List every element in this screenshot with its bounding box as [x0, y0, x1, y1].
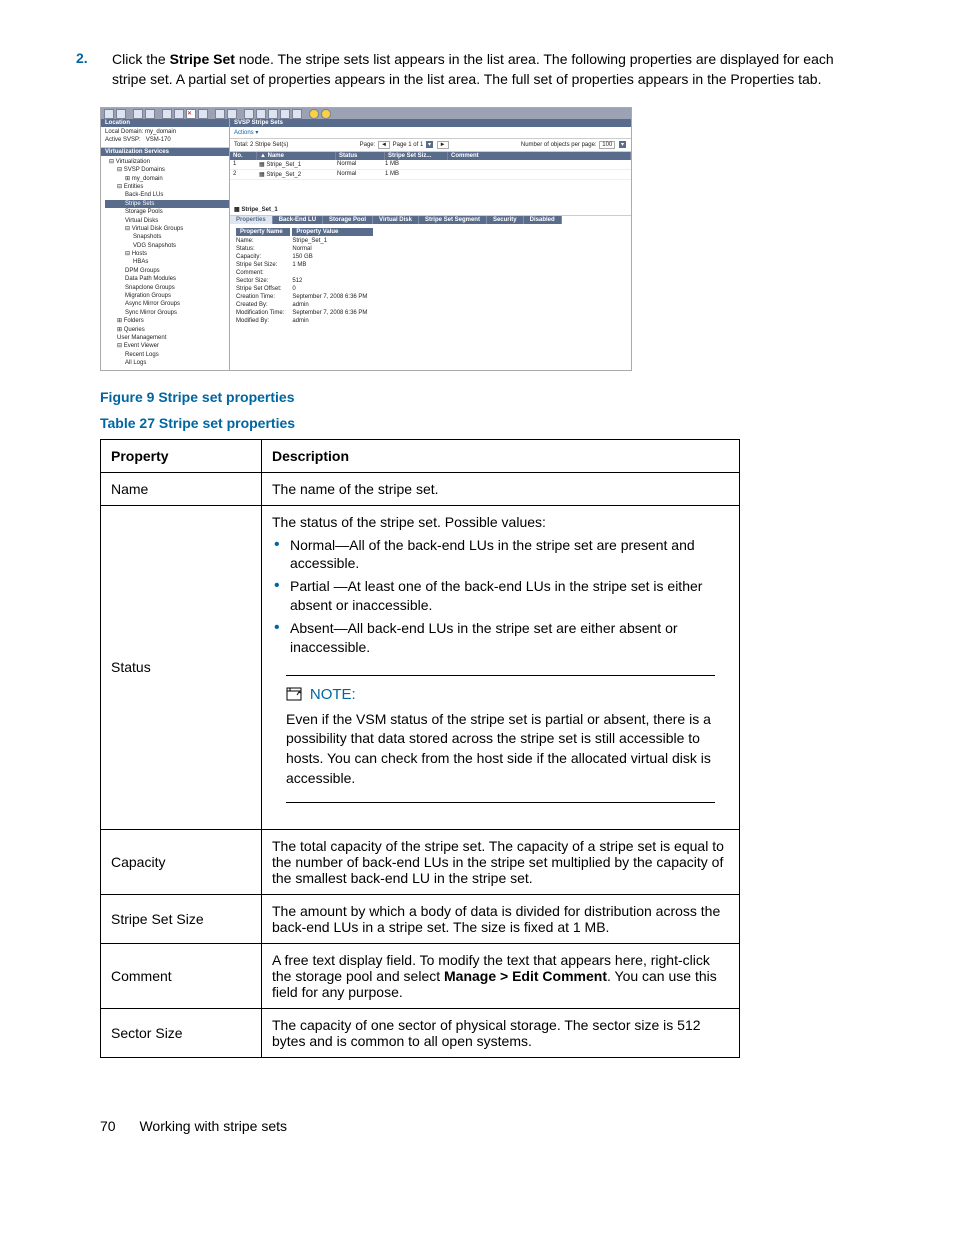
- detail-tabs[interactable]: PropertiesBack-End LUStorage PoolVirtual…: [230, 216, 631, 224]
- location-header: Location: [101, 119, 229, 127]
- tree-node[interactable]: Storage Pools: [105, 208, 229, 216]
- tree-node[interactable]: ⊞ Queries: [105, 326, 229, 334]
- tree-node[interactable]: ⊞ my_domain: [105, 175, 229, 183]
- tree-node[interactable]: Snapshots: [105, 233, 229, 241]
- grid-body[interactable]: 1▦ Stripe_Set_1Normal1 MB2▦ Stripe_Set_2…: [230, 160, 631, 180]
- total-count: Total: 2 Stripe Set(s): [234, 142, 288, 148]
- tree-node[interactable]: Virtual Disks: [105, 217, 229, 225]
- table-row: Stripe Set Size The amount by which a bo…: [101, 895, 740, 944]
- column-property: Property: [101, 439, 262, 472]
- page-footer: 70 Working with stripe sets: [100, 1118, 894, 1134]
- grid-header[interactable]: No. ▲ Name Status Stripe Set Siz... Comm…: [230, 152, 631, 160]
- tree-node[interactable]: ⊟ Hosts: [105, 250, 229, 258]
- tree-node[interactable]: Recent Logs: [105, 351, 229, 359]
- tab-properties[interactable]: Properties: [230, 216, 273, 224]
- properties-table: Property Description Name The name of th…: [100, 439, 740, 1059]
- tab-security[interactable]: Security: [487, 216, 524, 224]
- tab-stripe-set-segment[interactable]: Stripe Set Segment: [419, 216, 487, 224]
- services-header: Virtualization Services: [101, 148, 229, 156]
- figure-caption: Figure 9 Stripe set properties: [100, 389, 894, 405]
- note-text: Even if the VSM status of the stripe set…: [286, 710, 715, 788]
- content-title: SVSP Stripe Sets: [230, 119, 631, 127]
- tree-node[interactable]: Stripe Sets: [105, 200, 229, 208]
- note-label: NOTE:: [310, 686, 356, 703]
- tree-node[interactable]: ⊟ Event Viewer: [105, 342, 229, 350]
- figure-screenshot: ✕ Location Local Domain: my_domain Activ…: [100, 107, 632, 370]
- tree-node[interactable]: Migration Groups: [105, 292, 229, 300]
- tree-node[interactable]: User Management: [105, 334, 229, 342]
- step-number: 2.: [76, 50, 112, 89]
- tool-icon[interactable]: [133, 109, 143, 119]
- delete-icon[interactable]: ✕: [186, 109, 196, 119]
- tree-node[interactable]: ⊟ Entities: [105, 183, 229, 191]
- column-description: Description: [262, 439, 740, 472]
- tree-node[interactable]: ⊞ Folders: [105, 317, 229, 325]
- objects-per-page[interactable]: Number of objects per page: 100 ▾: [521, 141, 627, 149]
- tool-icon[interactable]: [145, 109, 155, 119]
- table-row: Capacity The total capacity of the strip…: [101, 830, 740, 895]
- help-icon[interactable]: [321, 109, 331, 119]
- detail-title: ▦ Stripe_Set_1: [230, 204, 631, 216]
- tree-node[interactable]: ⊟ Virtual Disk Groups: [105, 225, 229, 233]
- tree-node[interactable]: All Logs: [105, 359, 229, 367]
- table-row[interactable]: 2▦ Stripe_Set_2Normal1 MB: [230, 170, 631, 180]
- tree-node[interactable]: Sync Mirror Groups: [105, 309, 229, 317]
- right-panel: SVSP Stripe Sets Actions ▾ Total: 2 Stri…: [230, 119, 631, 369]
- tool-icon[interactable]: [244, 109, 254, 119]
- list-header: Total: 2 Stripe Set(s) Page: ◄ Page 1 of…: [230, 139, 631, 152]
- step-2: 2. Click the Stripe Set node. The stripe…: [60, 50, 894, 89]
- tree-node[interactable]: HBAs: [105, 258, 229, 266]
- tool-icon[interactable]: [174, 109, 184, 119]
- tool-icon[interactable]: [292, 109, 302, 119]
- properties-panel: Property NameProperty Value Name:Stripe_…: [230, 224, 631, 328]
- tab-disabled[interactable]: Disabled: [524, 216, 562, 224]
- tab-virtual-disk[interactable]: Virtual Disk: [373, 216, 419, 224]
- table-row: Name The name of the stripe set.: [101, 472, 740, 505]
- step-text: Click the Stripe Set node. The stripe se…: [112, 50, 854, 89]
- actions-menu[interactable]: Actions ▾: [230, 127, 631, 139]
- status-bullets: Normal—All of the back-end LUs in the st…: [272, 536, 729, 657]
- table-caption: Table 27 Stripe set properties: [100, 415, 894, 431]
- tree-node[interactable]: Back-End LUs: [105, 191, 229, 199]
- nav-back-icon[interactable]: [104, 109, 114, 119]
- location-box: Local Domain: my_domain Active SVSP: VSM…: [101, 127, 229, 148]
- tree-node[interactable]: Snapclone Groups: [105, 284, 229, 292]
- tree-node[interactable]: Async Mirror Groups: [105, 300, 229, 308]
- page-number: 70: [100, 1118, 116, 1134]
- help-icon[interactable]: [309, 109, 319, 119]
- tree-node[interactable]: Data Path Modules: [105, 275, 229, 283]
- section-title: Working with stripe sets: [139, 1118, 287, 1134]
- tree-node[interactable]: VDG Snapshots: [105, 242, 229, 250]
- table-row[interactable]: 1▦ Stripe_Set_1Normal1 MB: [230, 160, 631, 170]
- table-row: Sector Size The capacity of one sector o…: [101, 1009, 740, 1058]
- tool-icon[interactable]: [268, 109, 278, 119]
- tool-icon[interactable]: [198, 109, 208, 119]
- table-row: Comment A free text display field. To mo…: [101, 944, 740, 1009]
- tree-node[interactable]: ⊟ SVSP Domains: [105, 166, 229, 174]
- note-icon: [286, 687, 302, 704]
- tab-storage-pool[interactable]: Storage Pool: [323, 216, 373, 224]
- toolbar: ✕: [101, 108, 631, 119]
- tool-icon[interactable]: [280, 109, 290, 119]
- tool-icon[interactable]: [215, 109, 225, 119]
- table-row: Status The status of the stripe set. Pos…: [101, 505, 740, 830]
- tool-icon[interactable]: [256, 109, 266, 119]
- pager[interactable]: Page: ◄ Page 1 of 1 ▾ ►: [360, 141, 450, 149]
- tree-node[interactable]: DPM Groups: [105, 267, 229, 275]
- tab-back-end-lu[interactable]: Back-End LU: [273, 216, 323, 224]
- left-panel: Location Local Domain: my_domain Active …: [101, 119, 230, 369]
- tool-icon[interactable]: [162, 109, 172, 119]
- nav-fwd-icon[interactable]: [116, 109, 126, 119]
- note-block: NOTE: Even if the VSM status of the stri…: [272, 675, 729, 803]
- tree-node[interactable]: ⊟ Virtualization: [105, 158, 229, 166]
- nav-tree[interactable]: ⊟ Virtualization⊟ SVSP Domains⊞ my_domai…: [101, 156, 229, 370]
- tool-icon[interactable]: [227, 109, 237, 119]
